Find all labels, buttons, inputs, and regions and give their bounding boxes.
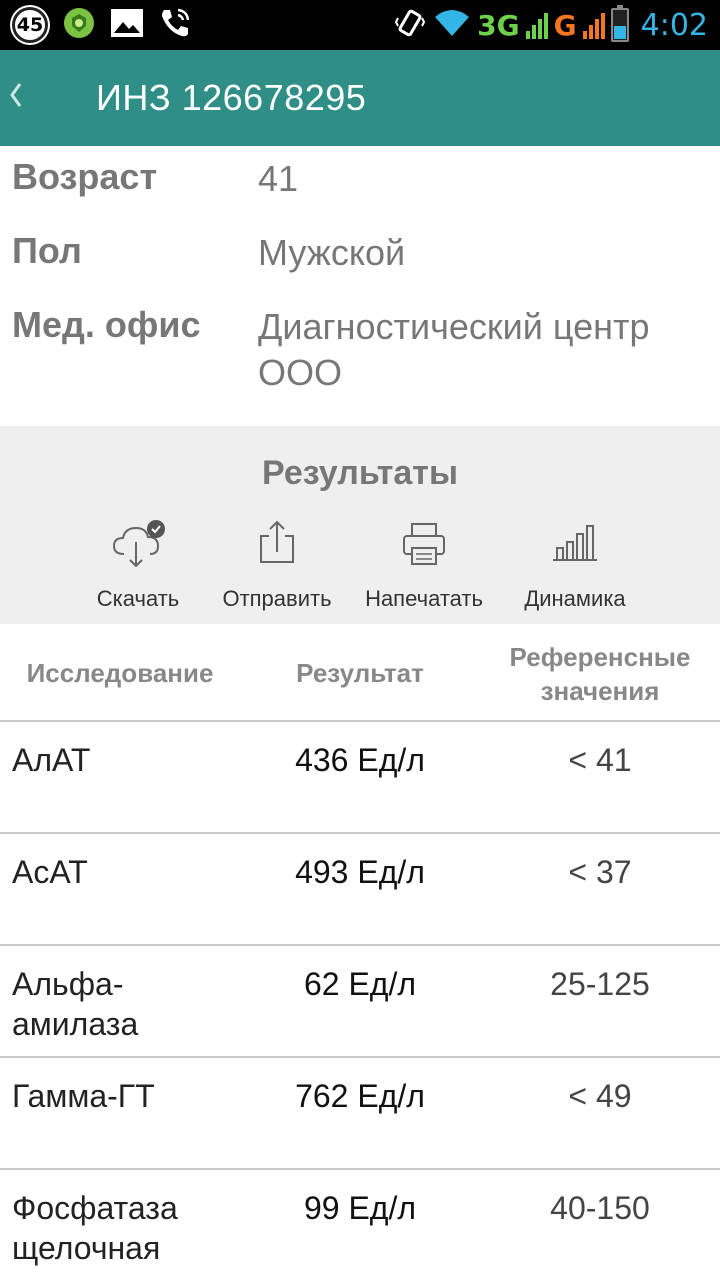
cell-result: 99 Ед/л [303, 1190, 417, 1226]
app-bar: ИНЗ 126678295 [0, 50, 720, 146]
download-button[interactable]: Скачать [63, 518, 213, 612]
cloud-download-check-icon [112, 520, 165, 568]
cell-reference: 25-125 [550, 966, 650, 1002]
cell-result: 436 Ед/л [295, 742, 425, 778]
signal-3g-icon [525, 11, 548, 39]
results-title: Результаты [261, 454, 458, 492]
sex-value: Мужской [258, 232, 406, 273]
column-header-result: Результат [296, 658, 424, 688]
age-value: 41 [258, 158, 299, 199]
dynamics-label: Динамика [524, 586, 626, 611]
results-panel: Результаты Скачать Отправить Напечатать [0, 426, 720, 624]
dynamics-button[interactable]: Динамика [500, 518, 650, 612]
status-bar: 45 3G G 4:02 [0, 0, 720, 50]
patient-info: Возраст 41 Пол Мужской Мед. офис Диагнос… [0, 146, 720, 426]
notification-count-badge: 45 [12, 7, 48, 43]
cell-study: Альфа-амилаза [12, 966, 139, 1042]
send-label: Отправить [222, 586, 332, 611]
column-header-study: Исследование [26, 658, 214, 688]
cell-result: 62 Ед/л [303, 966, 417, 1002]
office-value: Диагностический центр ООО [258, 306, 650, 393]
signal-g-icon [582, 11, 605, 39]
network-g-label: G [553, 8, 577, 42]
status-time: 4:02 [640, 7, 708, 43]
bar-chart-icon [553, 525, 597, 561]
download-label: Скачать [96, 586, 180, 611]
back-button[interactable] [0, 78, 40, 118]
table-row: Альфа-амилаза 62 Ед/л 25-125 [0, 946, 720, 1058]
table-row: АлАТ 436 Ед/л < 41 [0, 722, 720, 834]
office-label: Мед. офис [12, 304, 201, 345]
cell-study: Гамма-ГТ [12, 1078, 155, 1114]
wifi-icon [433, 8, 471, 42]
call-icon [158, 6, 192, 44]
cell-reference: 40-150 [550, 1190, 650, 1226]
shield-app-icon [62, 6, 96, 44]
table-row: Гамма-ГТ 762 Ед/л < 49 [0, 1058, 720, 1170]
results-table-header: Исследование Результат Референсные значе… [0, 624, 720, 722]
cell-reference: < 41 [568, 742, 632, 778]
column-header-reference: Референсные значения [509, 642, 691, 706]
page-title: ИНЗ 126678295 [96, 77, 367, 118]
battery-level [613, 25, 626, 39]
cell-result: 762 Ед/л [295, 1078, 425, 1114]
cell-study: Фосфатаза щелочная [12, 1190, 178, 1266]
cell-study: АсАТ [12, 854, 88, 890]
network-3g-label: 3G [477, 8, 520, 42]
cell-study: АлАТ [12, 742, 91, 778]
print-button[interactable]: Напечатать [349, 518, 499, 612]
print-label: Напечатать [365, 586, 483, 611]
cell-reference: < 49 [568, 1078, 632, 1114]
cell-reference: < 37 [568, 854, 632, 890]
image-notification-icon [110, 8, 144, 42]
printer-icon [403, 523, 445, 565]
vibrate-icon [393, 6, 427, 44]
table-row: Фосфатаза щелочная 99 Ед/л 40-150 [0, 1170, 720, 1282]
send-button[interactable]: Отправить [202, 518, 352, 612]
table-row: АсАТ 493 Ед/л < 37 [0, 834, 720, 946]
cell-result: 493 Ед/л [295, 854, 425, 890]
chevron-left-icon [10, 83, 22, 107]
battery-icon [610, 5, 629, 42]
share-icon [260, 520, 294, 563]
sex-label: Пол [12, 230, 82, 271]
age-label: Возраст [12, 156, 158, 197]
